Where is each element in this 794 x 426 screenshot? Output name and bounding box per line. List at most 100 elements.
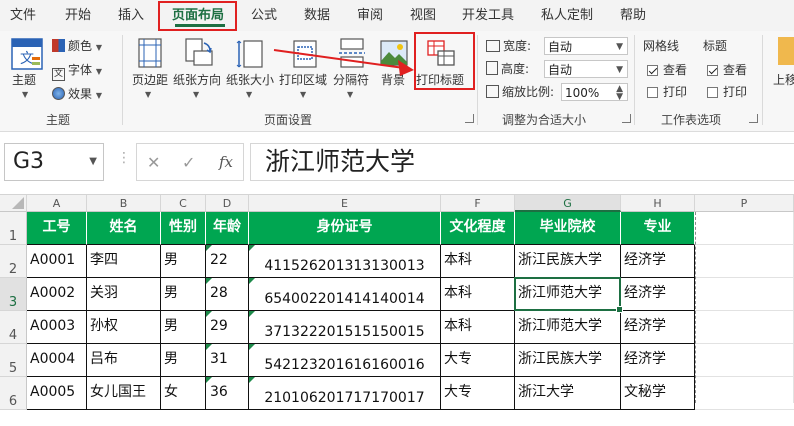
themes-chevron-down-icon[interactable]: ▼: [22, 86, 28, 100]
table-cell[interactable]: 男: [161, 311, 206, 344]
sheet-options-launcher-icon[interactable]: [749, 114, 758, 123]
menu-developer[interactable]: 开发工具: [462, 0, 514, 31]
table-cell[interactable]: 22: [206, 245, 249, 278]
row-header[interactable]: 4: [0, 311, 27, 344]
table-cell[interactable]: A0001: [27, 245, 87, 278]
orientation-icon[interactable]: [182, 37, 214, 72]
height-select[interactable]: 自动 ▼: [544, 60, 628, 78]
menu-view[interactable]: 视图: [410, 0, 436, 31]
column-header[interactable]: F: [441, 195, 515, 212]
table-cell[interactable]: 654002201414140014: [249, 278, 441, 311]
select-all-corner[interactable]: [0, 195, 27, 212]
table-cell[interactable]: 浙江大学: [515, 377, 621, 410]
row-header[interactable]: 3: [0, 278, 27, 311]
table-cell[interactable]: 浙江民族大学: [515, 245, 621, 278]
fill-handle[interactable]: [616, 306, 623, 313]
table-cell[interactable]: A0002: [27, 278, 87, 311]
table-cell[interactable]: 411526201313130013: [249, 245, 441, 278]
themes-icon[interactable]: 文: [10, 37, 44, 71]
table-cell[interactable]: 经济学: [621, 311, 695, 344]
paper-size-icon[interactable]: [236, 37, 264, 72]
cancel-icon[interactable]: ✕: [147, 153, 160, 172]
menu-custom[interactable]: 私人定制: [541, 0, 593, 31]
table-cell[interactable]: 男: [161, 278, 206, 311]
header-cell[interactable]: 姓名: [87, 212, 161, 245]
table-cell[interactable]: 李四: [87, 245, 161, 278]
gridlines-print-checkbox[interactable]: 打印: [647, 83, 687, 101]
table-cell[interactable]: 男: [161, 344, 206, 377]
header-cell[interactable]: 工号: [27, 212, 87, 245]
margins-chevron-down-icon[interactable]: ▼: [145, 86, 151, 100]
column-header[interactable]: H: [621, 195, 695, 212]
menu-file[interactable]: 文件: [10, 0, 36, 31]
column-header[interactable]: C: [161, 195, 206, 212]
table-cell[interactable]: 经济学: [621, 245, 695, 278]
enter-icon[interactable]: ✓: [182, 153, 195, 172]
menu-home[interactable]: 开始: [65, 0, 91, 31]
table-cell[interactable]: 女: [161, 377, 206, 410]
column-header[interactable]: G: [515, 195, 621, 212]
table-cell[interactable]: 经济学: [621, 278, 695, 311]
table-cell[interactable]: 男: [161, 245, 206, 278]
column-header[interactable]: D: [206, 195, 249, 212]
headings-print-checkbox[interactable]: 打印: [707, 83, 747, 101]
colors-button[interactable]: 颜色 ▼: [52, 37, 102, 55]
column-header[interactable]: B: [87, 195, 161, 212]
table-cell[interactable]: A0003: [27, 311, 87, 344]
width-select[interactable]: 自动 ▼: [544, 37, 628, 55]
orientation-chevron-down-icon[interactable]: ▼: [193, 86, 199, 100]
menu-review[interactable]: 审阅: [357, 0, 383, 31]
bring-forward-icon[interactable]: [778, 37, 794, 65]
paper-size-chevron-down-icon[interactable]: ▼: [246, 86, 252, 100]
column-header[interactable]: A: [27, 195, 87, 212]
table-cell[interactable]: 浙江民族大学: [515, 344, 621, 377]
bring-forward-button-label[interactable]: 上移: [773, 71, 794, 88]
table-cell[interactable]: 371322201515150015: [249, 311, 441, 344]
headings-view-checkbox[interactable]: 查看: [707, 61, 747, 79]
header-cell[interactable]: 年龄: [206, 212, 249, 245]
table-cell[interactable]: 31: [206, 344, 249, 377]
scale-to-fit-launcher-icon[interactable]: [622, 114, 631, 123]
table-cell[interactable]: 女儿国王: [87, 377, 161, 410]
menu-data[interactable]: 数据: [304, 0, 330, 31]
column-header[interactable]: P: [695, 195, 794, 212]
insert-function-icon[interactable]: fx: [219, 153, 233, 171]
name-box[interactable]: G3 ▼: [4, 143, 104, 181]
table-cell[interactable]: A0004: [27, 344, 87, 377]
header-cell[interactable]: 身份证号: [249, 212, 441, 245]
row-header[interactable]: 1: [0, 212, 27, 245]
header-cell[interactable]: 文化程度: [441, 212, 515, 245]
table-cell[interactable]: 孙权: [87, 311, 161, 344]
table-cell[interactable]: 29: [206, 311, 249, 344]
menu-help[interactable]: 帮助: [620, 0, 646, 31]
page-setup-launcher-icon[interactable]: [465, 114, 474, 123]
header-cell[interactable]: 专业: [621, 212, 695, 245]
print-area-chevron-down-icon[interactable]: ▼: [300, 86, 306, 100]
table-cell[interactable]: 关羽: [87, 278, 161, 311]
menu-formulas[interactable]: 公式: [251, 0, 277, 31]
row-header[interactable]: 2: [0, 245, 27, 278]
row-header[interactable]: 6: [0, 377, 27, 410]
column-header[interactable]: E: [249, 195, 441, 212]
header-cell[interactable]: 毕业院校: [515, 212, 621, 245]
table-cell[interactable]: 浙江师范大学: [515, 311, 621, 344]
table-cell[interactable]: A0005: [27, 377, 87, 410]
effects-button[interactable]: 效果 ▼: [52, 85, 102, 103]
row-header[interactable]: 5: [0, 344, 27, 377]
table-cell[interactable]: 本科: [441, 311, 515, 344]
table-cell[interactable]: 大专: [441, 377, 515, 410]
margins-icon[interactable]: [136, 37, 164, 72]
scale-spinner[interactable]: 100% ▲ ▼: [561, 83, 628, 102]
table-cell[interactable]: 36: [206, 377, 249, 410]
gridlines-view-checkbox[interactable]: 查看: [647, 61, 687, 79]
table-cell[interactable]: 28: [206, 278, 249, 311]
table-cell[interactable]: 大专: [441, 344, 515, 377]
table-cell[interactable]: 本科: [441, 278, 515, 311]
menu-insert[interactable]: 插入: [118, 0, 144, 31]
more-options-icon[interactable]: ⋮: [117, 151, 131, 165]
fonts-button[interactable]: 文字体 ▼: [52, 61, 102, 81]
header-cell[interactable]: 性别: [161, 212, 206, 245]
table-cell[interactable]: 经济学: [621, 344, 695, 377]
table-cell[interactable]: 210106201717170017: [249, 377, 441, 410]
formula-input[interactable]: 浙江师范大学: [250, 143, 794, 181]
